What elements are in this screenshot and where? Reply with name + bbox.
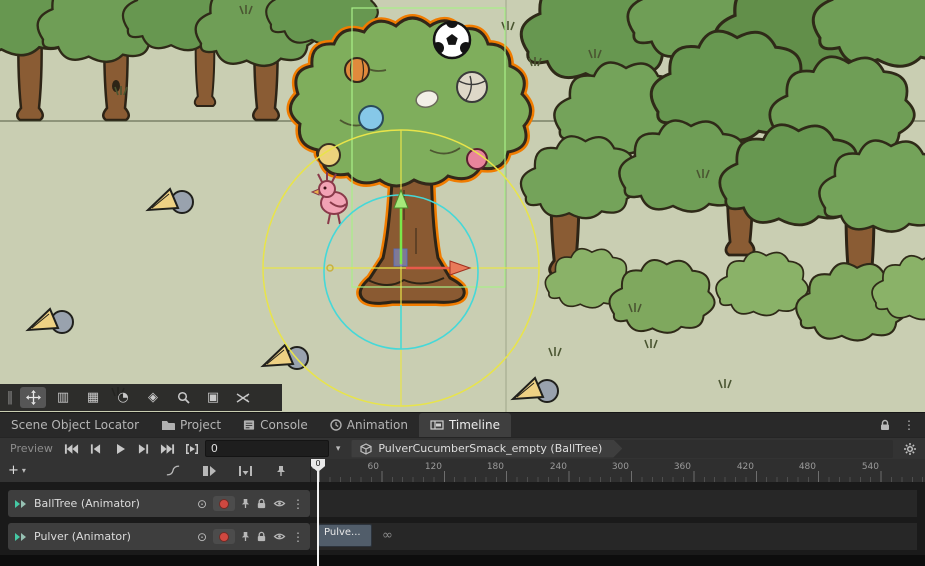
track-toolbar: + ▾ 0 60 120 180 240 300 360 420 480 540 (0, 459, 925, 482)
rails-tool-icon[interactable]: ▥ (50, 387, 76, 408)
clip-edit-mode-replace-icon[interactable] (234, 462, 256, 480)
add-track-button[interactable]: + ▾ (8, 463, 26, 478)
frame-field[interactable] (205, 440, 329, 457)
track-lock-icon[interactable] (256, 498, 267, 509)
track-label: BallTree (Animator) (34, 497, 140, 510)
frame-options-caret-icon[interactable]: ▾ (331, 444, 346, 454)
ruler-tick-label: 120 (425, 462, 442, 472)
track-label: Pulver (Animator) (34, 530, 131, 543)
right-forest-canopy (521, 0, 925, 232)
ruler-tick-label: 540 (862, 462, 879, 472)
panel-tab-bar: Scene Object Locator Project Console Ani… (0, 412, 925, 437)
drag-handle-icon[interactable]: ‖ (4, 387, 16, 408)
console-icon (243, 419, 255, 431)
search-tool-icon[interactable] (170, 387, 196, 408)
track-header-balltree[interactable]: BallTree (Animator) ⊙ ⋮ (8, 490, 310, 517)
clip-edit-mode-mix-icon[interactable] (198, 462, 220, 480)
clip-loop-infinity-icon: ∞ (382, 528, 393, 543)
curves-view-icon[interactable] (162, 462, 184, 480)
ruler-tick-label: 240 (550, 462, 567, 472)
ruler-tick-label: 360 (674, 462, 691, 472)
tab-scene-object-locator[interactable]: Scene Object Locator (0, 413, 150, 437)
ruler-tick-label: 60 (368, 462, 379, 472)
track-pin-icon[interactable] (241, 531, 250, 542)
play-range-icon[interactable] (181, 440, 203, 458)
track-lock-icon[interactable] (256, 531, 267, 542)
tab-project[interactable]: Project (150, 413, 232, 437)
panel-menu-icon[interactable]: ⋮ (903, 418, 915, 432)
skip-start-icon[interactable] (61, 440, 83, 458)
track-header-pulver[interactable]: Pulver (Animator) ⊙ ⋮ (8, 523, 310, 550)
breadcrumb-item[interactable]: PulverCucumberSmack_empty (BallTree) (351, 440, 622, 458)
ruler-tick-label: 180 (487, 462, 504, 472)
tab-console[interactable]: Console (232, 413, 319, 437)
record-button[interactable] (213, 496, 235, 511)
clock-icon (330, 419, 342, 431)
track-binding-icon[interactable]: ⊙ (197, 530, 207, 544)
track-menu-icon[interactable]: ⋮ (292, 530, 304, 544)
ruler-tick-label: 300 (612, 462, 629, 472)
playhead-line[interactable] (317, 459, 319, 566)
timeline-icon (430, 419, 444, 431)
timeline-ruler[interactable]: 0 60 120 180 240 300 360 420 480 540 (310, 459, 925, 482)
animation-clip[interactable]: Pulve... (318, 524, 372, 547)
pumpkin (345, 58, 369, 82)
scene-tools-overlay: ‖ ▥ ▦ ◔ ◈ ▣ (0, 384, 282, 411)
next-frame-icon[interactable] (133, 440, 155, 458)
preview-button[interactable]: Preview (4, 442, 59, 455)
timeline-playbar: Preview ▾ PulverCucumberSmack_empty (Bal… (0, 437, 925, 459)
pin-icon[interactable] (270, 462, 292, 480)
scene-canvas[interactable] (0, 0, 925, 412)
add-track-caret-icon: ▾ (22, 466, 26, 475)
tab-timeline[interactable]: Timeline (419, 413, 511, 437)
folder-icon (161, 419, 175, 431)
track-content-balltree[interactable] (310, 490, 917, 517)
shuffle-tool-icon[interactable] (230, 387, 256, 408)
volleyball (457, 72, 487, 102)
play-icon[interactable] (109, 440, 131, 458)
layers-tool-icon[interactable]: ▣ (200, 387, 226, 408)
blue-ball (359, 106, 383, 130)
track-menu-icon[interactable]: ⋮ (292, 497, 304, 511)
ruler-tick-label: 420 (737, 462, 754, 472)
timeline-bottom-strip (0, 555, 925, 566)
record-dot-icon (219, 499, 229, 509)
grid-tool-icon[interactable]: ▦ (80, 387, 106, 408)
breadcrumb: PulverCucumberSmack_empty (BallTree) (351, 440, 893, 458)
track-pin-icon[interactable] (241, 498, 250, 509)
scene-view[interactable]: ‖ ▥ ▦ ◔ ◈ ▣ (0, 0, 925, 412)
track-mute-eye-icon[interactable] (273, 499, 286, 508)
track-binding-icon[interactable]: ⊙ (197, 497, 207, 511)
record-dot-icon (219, 532, 229, 542)
record-button[interactable] (213, 529, 235, 544)
prev-frame-icon[interactable] (85, 440, 107, 458)
cube-icon (360, 443, 372, 455)
track-row: Pulve... ∞ Pulver (Animator) ⊙ ⋮ (0, 523, 925, 550)
gear-icon[interactable] (899, 440, 921, 458)
tab-animation[interactable]: Animation (319, 413, 419, 437)
ruler-tick-label: 480 (799, 462, 816, 472)
track-content-pulver[interactable]: Pulve... ∞ (310, 523, 917, 550)
move-tool-icon[interactable] (20, 387, 46, 408)
track-row: BallTree (Animator) ⊙ ⋮ (0, 490, 925, 517)
snap-tool-icon[interactable]: ◈ (140, 387, 166, 408)
orbit-tool-icon[interactable]: ◔ (110, 387, 136, 408)
playhead-frame-label: 0 (315, 459, 320, 472)
skip-end-icon[interactable] (157, 440, 179, 458)
animation-track-icon (14, 532, 28, 542)
unity-editor-window: ‖ ▥ ▦ ◔ ◈ ▣ Scene Object Locator Project (0, 0, 925, 566)
animation-track-icon (14, 499, 28, 509)
timeline-tracks: BallTree (Animator) ⊙ ⋮ Pulve... ∞ Pulve… (0, 482, 925, 555)
lock-icon[interactable] (879, 419, 891, 431)
track-mute-eye-icon[interactable] (273, 532, 286, 541)
